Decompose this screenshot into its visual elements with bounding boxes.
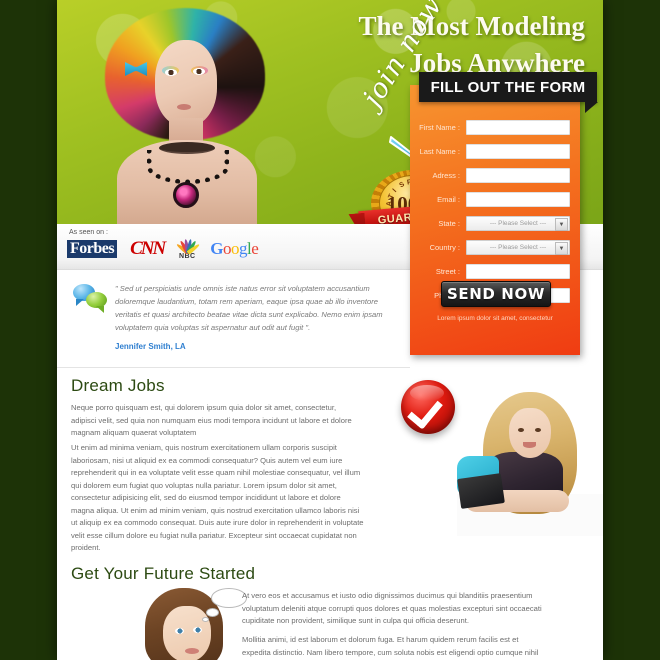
dream-jobs-heading: Dream Jobs (71, 376, 165, 395)
form-field-label: Adress : (432, 171, 460, 180)
form-row: Email : (410, 189, 580, 210)
form-input[interactable] (466, 120, 570, 135)
seal-char: S (398, 180, 407, 190)
testimonial-quote: " Sed ut perspiciatis unde omnis iste na… (115, 284, 383, 332)
chevron-down-icon[interactable]: ▼ (555, 218, 568, 231)
future-paragraph-1: At vero eos et accusamus et iusto odio d… (242, 591, 542, 625)
form-row: State : --- Please Select --- ▼ (410, 213, 580, 234)
form-input[interactable] (466, 168, 570, 183)
testimonial-author: Jennifer Smith, LA (115, 342, 186, 351)
blonde-smile (523, 442, 536, 448)
form-input[interactable] (466, 144, 570, 159)
testimonial-block: " Sed ut perspiciatis unde omnis iste na… (57, 270, 410, 368)
brunette-eye-right (193, 627, 202, 633)
blonde-eye-right (535, 428, 541, 432)
form-field-label: State : (438, 219, 460, 228)
form-select[interactable]: --- Please Select --- ▼ (466, 216, 570, 231)
send-now-button[interactable]: SEND NOW (441, 281, 551, 307)
form-field-label: Email : (437, 195, 460, 204)
speech-bubble-green (86, 292, 107, 313)
model-eye-right (193, 68, 205, 75)
form-row: Last Name : (410, 141, 580, 162)
future-section: Get Your Future Started At vero eos et a… (57, 558, 603, 660)
thought-bubble-medium (206, 608, 219, 617)
future-paragraph-2: Mollitia animi, id est laborum et doloru… (242, 635, 539, 657)
form-row: First Name : (410, 117, 580, 138)
nbc-peacock-icon (175, 238, 201, 255)
hero-headline-line1: The Most Modeling (358, 11, 586, 41)
red-check-badge-icon (401, 380, 455, 434)
form-field-label: Street : (435, 267, 460, 276)
chevron-down-icon[interactable]: ▼ (555, 242, 568, 255)
form-input[interactable] (466, 264, 570, 279)
cnn-logo: CNN (130, 238, 166, 259)
brunette-lips (185, 648, 199, 654)
blonde-face (509, 408, 551, 458)
blonde-eye-left (518, 428, 524, 432)
nbc-logo: NBC (175, 238, 201, 260)
model-eye-left (165, 69, 177, 76)
forbes-logo: Forbes (67, 240, 118, 258)
form-field-label: Country : (429, 243, 460, 252)
form-row: Adress : (410, 165, 580, 186)
model-pendant (173, 182, 199, 208)
press-logos: Forbes CNN NBC Google (67, 238, 259, 260)
blonde-model-photo (457, 390, 603, 536)
form-select[interactable]: --- Please Select --- ▼ (466, 240, 570, 255)
form-heading: FILL OUT THE FORM (419, 72, 598, 113)
laptop-prop (457, 473, 505, 509)
model-bead-necklace (147, 150, 229, 184)
form-footer-note: Lorem ipsum dolor sit amet, consectetur (437, 315, 553, 322)
badge-gloss (410, 385, 444, 401)
future-heading: Get Your Future Started (71, 564, 256, 583)
as-seen-on-label: As seen on : (69, 229, 108, 236)
form-input[interactable] (466, 192, 570, 207)
dream-jobs-section: Dream Jobs Neque porro quisquam est, qui… (57, 368, 603, 558)
thought-bubble-small (202, 617, 209, 622)
speech-bubbles-icon (73, 284, 107, 313)
brunette-photo (129, 586, 249, 660)
google-logo: Google (210, 239, 259, 258)
landing-page: The Most Modeling Jobs Anywhere join now… (57, 0, 603, 660)
form-row: Street : (410, 261, 580, 282)
model-face (155, 40, 217, 126)
dream-jobs-paragraph-2: Ut enim ad minima veniam, quis nostrum e… (71, 443, 364, 552)
thought-bubble-icon (202, 588, 247, 622)
form-row: Country : --- Please Select --- ▼ (410, 237, 580, 258)
brunette-eye-left (175, 628, 184, 634)
form-field-label: First Name : (419, 123, 460, 132)
dream-jobs-paragraph-1: Neque porro quisquam est, qui dolorem ip… (71, 403, 352, 437)
nbc-logo-text: NBC (179, 253, 196, 260)
signup-form-panel: FILL OUT THE FORM First Name : Last Name … (410, 72, 598, 355)
form-field-label: Last Name : (419, 147, 460, 156)
model-lips (177, 104, 191, 110)
